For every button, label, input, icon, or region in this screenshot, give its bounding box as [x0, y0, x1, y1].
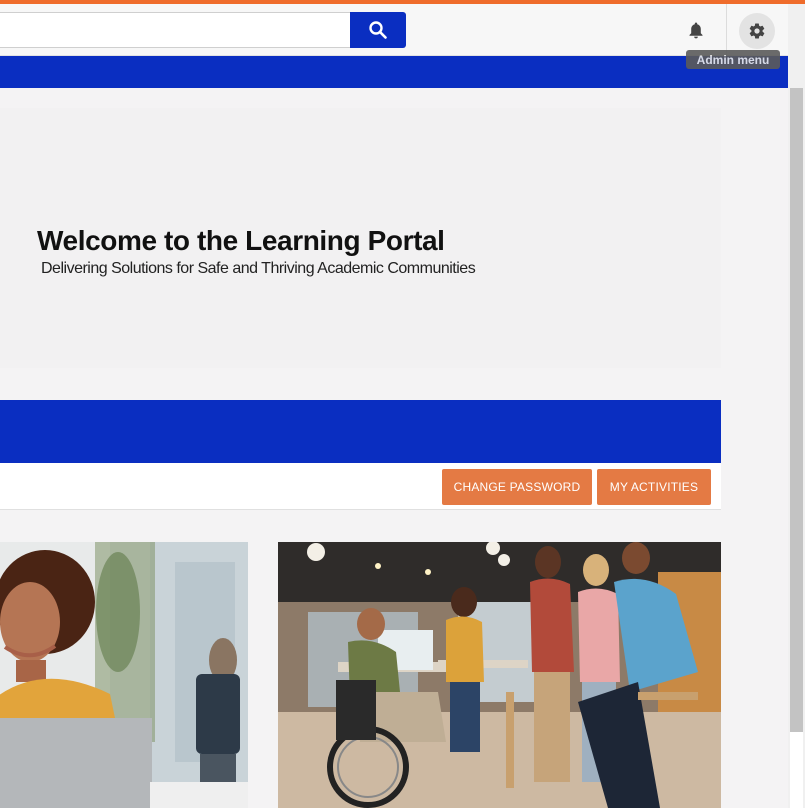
notifications-button[interactable] [683, 17, 709, 43]
header-divider [726, 4, 727, 56]
actions-bar: CHANGE PASSWORD MY ACTIVITIES [0, 463, 721, 510]
blue-banner [0, 400, 721, 463]
feature-image-students[interactable] [278, 542, 721, 808]
admin-menu-tooltip: Admin menu [686, 50, 780, 69]
feature-image-laptop[interactable] [0, 542, 248, 808]
my-activities-button[interactable]: MY ACTIVITIES [597, 469, 711, 505]
scrollbar-lower-track [790, 732, 803, 808]
hero-subtitle: Delivering Solutions for Safe and Thrivi… [41, 260, 476, 277]
bell-icon [689, 22, 703, 39]
search-input[interactable] [0, 12, 351, 48]
hero-title: Welcome to the Learning Portal [37, 225, 445, 256]
gear-icon [749, 23, 765, 39]
hero-section: Welcome to the Learning Portal Deliverin… [0, 108, 721, 368]
search-button[interactable] [350, 12, 406, 48]
top-header [0, 4, 788, 56]
woman-laptop-photo [0, 542, 248, 808]
admin-menu-button[interactable] [739, 13, 775, 49]
search-icon [369, 21, 387, 39]
students-group-photo [278, 542, 721, 808]
change-password-button[interactable]: CHANGE PASSWORD [442, 469, 592, 505]
nav-band [0, 56, 788, 88]
scrollbar-thumb[interactable] [790, 88, 803, 732]
